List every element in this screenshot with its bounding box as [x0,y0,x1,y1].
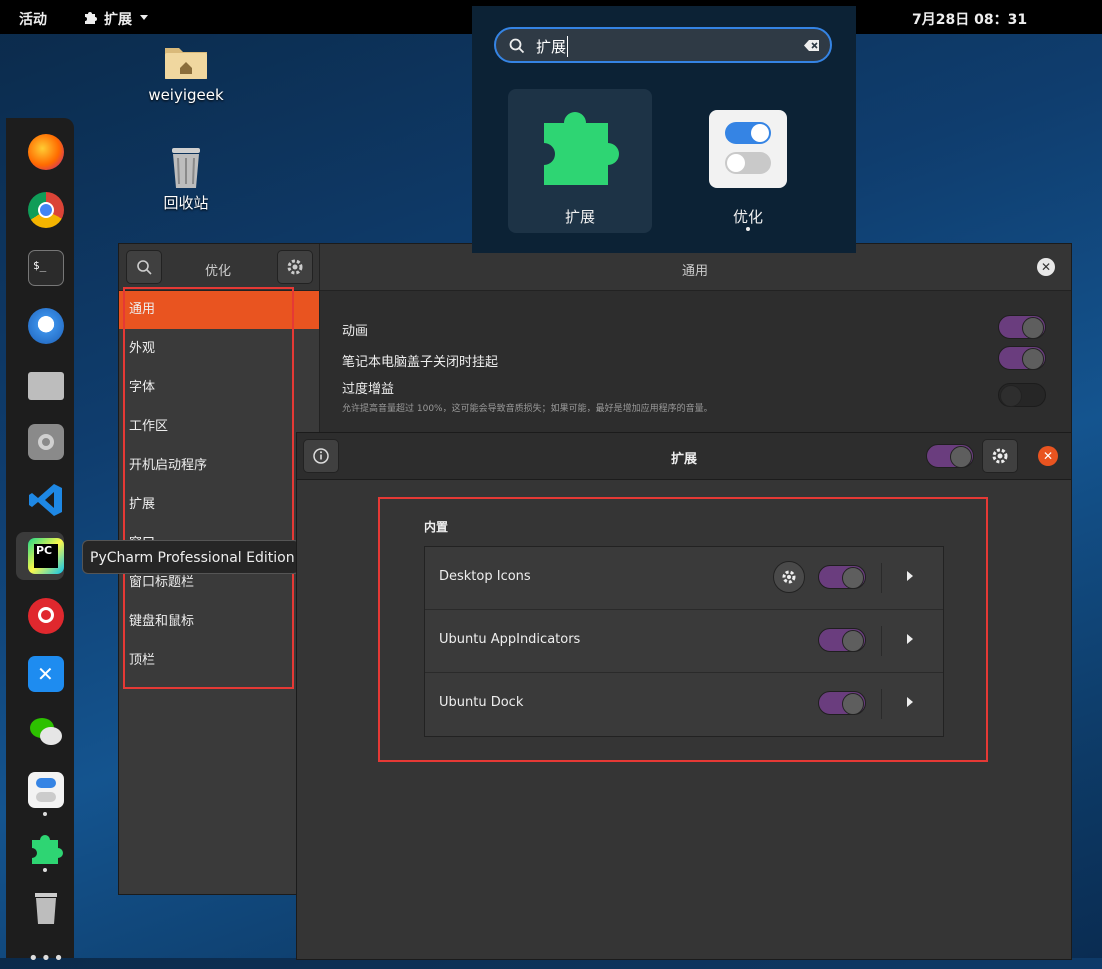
highlight-box [123,287,294,689]
trash-icon [166,146,206,190]
result-label: 优化 [732,208,763,226]
trash-icon[interactable] [28,890,64,926]
puzzle-icon [544,112,619,185]
sidebar-title: 优化 [205,264,232,279]
running-indicator [746,227,750,231]
over-amplification-switch[interactable] [998,383,1046,407]
activities-button[interactable]: 活动 [19,9,47,29]
tweaks-toggle-icon [709,110,787,188]
desktop-item-label: weiyigeek [148,86,224,104]
vscode-icon[interactable] [28,482,64,518]
lid-suspend-switch[interactable] [998,346,1046,370]
running-indicator [43,812,47,816]
thunderbird-icon[interactable] [28,308,64,344]
close-button[interactable]: ✕ [1038,446,1058,466]
clock[interactable]: 7月28日 08：31 [912,9,1027,29]
running-indicator [43,868,47,872]
extensions-settings-button[interactable] [982,439,1018,473]
sidebar-header: 优化 [119,244,319,291]
desktop-item-trash[interactable]: 回收站 [141,146,231,213]
page-title: 通用 [682,264,709,279]
extensions-header: 扩展 ✕ [297,433,1071,480]
window-title: 扩展 [671,452,698,467]
desktop-item-home[interactable]: weiyigeek [141,42,231,104]
search-input[interactable]: 扩展 [494,27,832,63]
search-result-extensions[interactable]: 扩展 [508,89,652,233]
highlight-box [378,497,988,762]
files-icon[interactable] [28,372,64,400]
close-button[interactable]: ✕ [1037,258,1055,276]
dock: $_ PC ✕ ••• [6,118,74,969]
setting-label-over-amplification: 过度增益 [342,382,395,397]
dock-tooltip: PyCharm Professional Edition [82,540,300,574]
setting-label-lid-suspend: 笔记本电脑盖子关闭时挂起 [342,355,499,370]
animations-switch[interactable] [998,315,1046,339]
close-icon: ✕ [1040,260,1052,274]
puzzle-icon [82,9,98,29]
netease-music-icon[interactable] [28,598,64,634]
chevron-down-icon [140,15,148,20]
terminal-icon[interactable]: $_ [28,250,64,286]
menu-button[interactable] [277,250,313,284]
info-icon [313,448,329,464]
desktop-item-label: 回收站 [163,194,209,212]
gear-icon [287,259,303,275]
chrome-icon[interactable] [28,192,64,228]
result-label: 扩展 [564,208,595,226]
kite-icon[interactable]: ✕ [28,656,64,692]
setting-description: 允许提高音量超过 100%，这可能会导致音质损失；如果可能，最好是增加应用程序的… [342,404,713,414]
extensions-icon[interactable] [28,830,64,866]
firefox-icon[interactable] [28,134,64,170]
tweaks-icon[interactable] [28,772,64,808]
app-menu-label[interactable]: 扩展 [104,9,132,29]
wechat-icon[interactable] [28,714,64,750]
home-folder-icon [164,42,208,80]
search-icon [137,260,152,275]
search-icon [509,38,525,54]
show-apps-icon[interactable]: ••• [28,948,66,969]
clear-icon[interactable] [804,39,820,52]
search-result-tweaks[interactable]: 优化 [676,89,820,233]
about-button[interactable] [303,439,339,473]
search-button[interactable] [126,250,162,284]
pycharm-icon[interactable]: PC [28,538,64,574]
extensions-master-switch[interactable] [926,444,974,468]
close-icon: ✕ [1042,449,1054,463]
setting-label-animations: 动画 [342,324,369,339]
gear-icon [992,448,1008,464]
search-query: 扩展 [536,36,569,57]
activities-search-overlay: 扩展 扩展 优化 [472,6,856,253]
settings-icon[interactable] [28,424,64,460]
